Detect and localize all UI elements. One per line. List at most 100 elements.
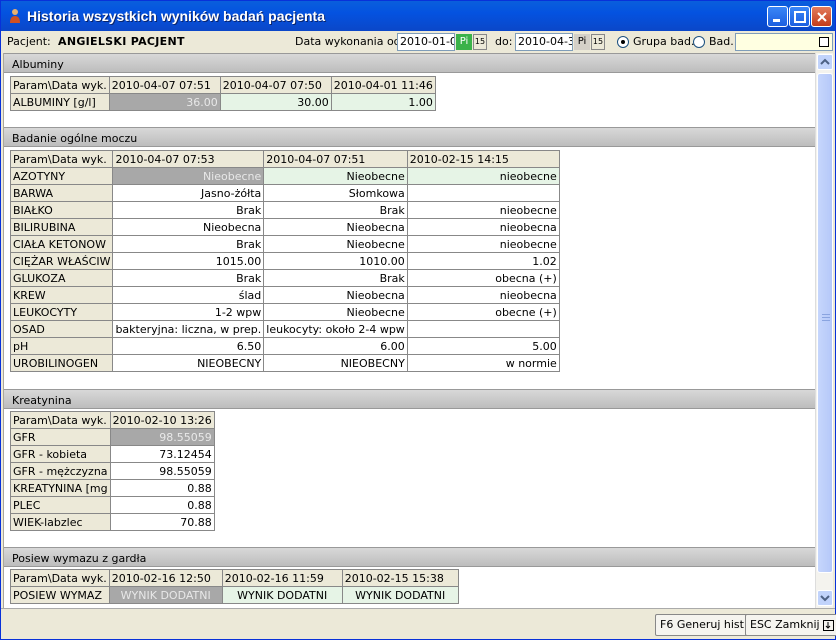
value-cell[interactable]: WYNIK DODATNI bbox=[221, 586, 343, 604]
date-header[interactable]: 2010-04-07 07:53 bbox=[112, 150, 265, 168]
value-cell[interactable]: 1.00 bbox=[330, 93, 436, 111]
value-cell[interactable]: 98.55059 bbox=[109, 428, 215, 446]
date-header[interactable]: 2010-04-07 07:50 bbox=[219, 76, 332, 94]
search-field[interactable] bbox=[735, 33, 833, 51]
value-cell[interactable]: 30.00 bbox=[219, 93, 332, 111]
param-cell[interactable]: BIAŁKO bbox=[9, 201, 114, 219]
value-cell[interactable]: 0.88 bbox=[109, 496, 215, 514]
value-cell[interactable]: Nieobecne bbox=[112, 167, 265, 185]
date-header[interactable]: 2010-04-01 11:46 bbox=[330, 76, 436, 94]
minimize-button[interactable] bbox=[767, 6, 788, 27]
value-cell[interactable]: obecne (+) bbox=[406, 303, 560, 321]
scroll-down-button[interactable] bbox=[817, 590, 833, 606]
value-cell[interactable]: nieobecne bbox=[406, 201, 560, 219]
value-cell[interactable]: Nieobecne bbox=[263, 235, 408, 253]
close-button[interactable]: ESC Zamknij bbox=[745, 614, 836, 636]
param-cell[interactable]: CIAŁA KETONOW bbox=[9, 235, 114, 253]
param-cell[interactable]: POSIEW WYMAZ bbox=[10, 586, 110, 604]
value-cell[interactable]: Nieobecne bbox=[263, 167, 408, 185]
value-cell[interactable]: 73.12454 bbox=[109, 445, 215, 463]
maximize-button[interactable] bbox=[789, 6, 810, 27]
date-header[interactable]: 2010-04-07 07:51 bbox=[263, 150, 408, 168]
radio-bad-label[interactable]: Bad. bbox=[709, 35, 734, 48]
value-cell[interactable]: Brak bbox=[263, 201, 408, 219]
title-bar[interactable]: Historia wszystkich wyników badań pacjen… bbox=[1, 1, 835, 31]
value-cell[interactable]: 36.00 bbox=[108, 93, 221, 111]
value-cell[interactable]: Nieobecna bbox=[263, 218, 408, 236]
value-cell[interactable]: 5.00 bbox=[406, 337, 560, 355]
param-cell[interactable]: BILIRUBINA bbox=[9, 218, 114, 236]
param-cell[interactable]: BARWA bbox=[9, 184, 114, 202]
vertical-scrollbar[interactable] bbox=[815, 53, 833, 608]
date-from-today-button[interactable]: Pi bbox=[456, 34, 472, 50]
value-cell[interactable]: Nieobecna bbox=[112, 218, 265, 236]
radio-group-bad-label[interactable]: Grupa bad. bbox=[633, 35, 694, 48]
param-cell[interactable]: GFR - mężczyzna bbox=[10, 462, 111, 480]
date-header[interactable]: 2010-04-07 07:51 bbox=[108, 76, 221, 94]
value-cell[interactable]: bakteryjna: liczna, w prep. bbox=[112, 320, 265, 338]
value-cell[interactable]: 98.55059 bbox=[109, 462, 215, 480]
param-cell[interactable]: GFR bbox=[10, 428, 111, 446]
value-cell[interactable]: 6.50 bbox=[112, 337, 265, 355]
param-cell[interactable]: GFR - kobieta bbox=[10, 445, 111, 463]
param-cell[interactable]: pH bbox=[9, 337, 114, 355]
value-cell[interactable]: w normie bbox=[406, 354, 560, 372]
value-cell[interactable]: 1-2 wpw bbox=[112, 303, 265, 321]
date-header[interactable]: 2010-02-16 12:50 bbox=[108, 569, 223, 587]
value-cell[interactable] bbox=[406, 320, 560, 338]
value-cell[interactable]: Brak bbox=[112, 269, 265, 287]
value-cell[interactable]: WYNIK DODATNI bbox=[341, 586, 459, 604]
value-cell[interactable]: 1010.00 bbox=[263, 252, 408, 270]
checkbox-icon[interactable] bbox=[819, 37, 829, 47]
param-cell[interactable]: GLUKOZA bbox=[9, 269, 114, 287]
value-cell[interactable]: Brak bbox=[112, 201, 265, 219]
date-from-calendar-icon[interactable]: 15 bbox=[473, 34, 487, 50]
param-cell[interactable]: LEUKOCYTY bbox=[9, 303, 114, 321]
param-cell[interactable]: AZOTYNY bbox=[9, 167, 114, 185]
param-cell[interactable]: OSAD bbox=[9, 320, 114, 338]
scroll-thumb[interactable] bbox=[817, 73, 833, 573]
close-window-button[interactable] bbox=[811, 6, 832, 27]
value-cell[interactable]: 6.00 bbox=[263, 337, 408, 355]
radio-group-bad[interactable] bbox=[617, 36, 629, 48]
radio-bad[interactable] bbox=[693, 36, 705, 48]
value-cell[interactable]: NIEOBECNY bbox=[263, 354, 408, 372]
param-cell[interactable]: CIĘŻAR WŁAŚCIW bbox=[9, 252, 114, 270]
value-cell[interactable]: leukocyty: około 2-4 wpw bbox=[263, 320, 408, 338]
value-cell[interactable]: Jasno-żółta bbox=[112, 184, 265, 202]
date-to-calendar-icon[interactable]: 15 bbox=[591, 34, 605, 50]
param-cell[interactable]: ALBUMINY [g/l] bbox=[10, 93, 110, 111]
generate-history-button[interactable]: F6 Generuj hist. bbox=[655, 614, 753, 636]
value-cell[interactable]: ślad bbox=[112, 286, 265, 304]
value-cell[interactable]: nieobecne bbox=[406, 235, 560, 253]
scroll-up-button[interactable] bbox=[817, 54, 833, 70]
date-to-input[interactable]: 2010-04-30 bbox=[515, 33, 573, 51]
value-cell[interactable]: Brak bbox=[112, 235, 265, 253]
value-cell[interactable] bbox=[406, 184, 560, 202]
value-cell[interactable]: Nieobecne bbox=[263, 303, 408, 321]
value-cell[interactable]: 70.88 bbox=[109, 513, 215, 531]
value-cell[interactable]: obecna (+) bbox=[406, 269, 560, 287]
value-cell[interactable]: nieobecna bbox=[406, 218, 560, 236]
value-cell[interactable]: nieobecna bbox=[406, 286, 560, 304]
date-header[interactable]: 2010-02-15 14:15 bbox=[406, 150, 560, 168]
date-from-input[interactable]: 2010-01-01 bbox=[397, 33, 455, 51]
date-header[interactable]: 2010-02-15 15:38 bbox=[341, 569, 459, 587]
date-to-today-button[interactable]: Pi bbox=[574, 34, 590, 50]
value-cell[interactable]: WYNIK DODATNI bbox=[108, 586, 223, 604]
value-cell[interactable]: Nieobecna bbox=[263, 286, 408, 304]
value-cell[interactable]: 0.88 bbox=[109, 479, 215, 497]
param-cell[interactable]: KREATYNINA [mg bbox=[10, 479, 111, 497]
date-header[interactable]: 2010-02-16 11:59 bbox=[221, 569, 343, 587]
date-header[interactable]: 2010-02-10 13:26 bbox=[109, 411, 215, 429]
param-cell[interactable]: KREW bbox=[9, 286, 114, 304]
value-cell[interactable]: Brak bbox=[263, 269, 408, 287]
value-cell[interactable]: 1.02 bbox=[406, 252, 560, 270]
param-cell[interactable]: UROBILINOGEN bbox=[9, 354, 114, 372]
value-cell[interactable]: Słomkowa bbox=[263, 184, 408, 202]
value-cell[interactable]: 1015.00 bbox=[112, 252, 265, 270]
param-cell[interactable]: PLEC bbox=[10, 496, 111, 514]
value-cell[interactable]: nieobecne bbox=[406, 167, 560, 185]
param-cell[interactable]: WIEK-labzlec bbox=[10, 513, 111, 531]
value-cell[interactable]: NIEOBECNY bbox=[112, 354, 265, 372]
